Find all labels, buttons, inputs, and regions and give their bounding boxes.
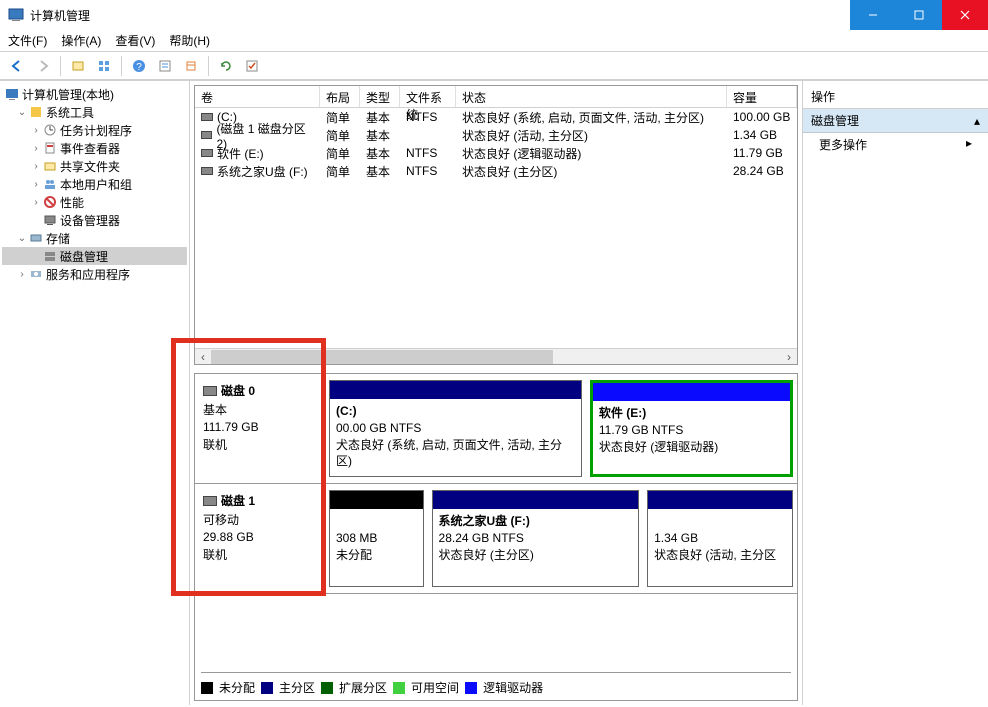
horizontal-scrollbar[interactable]: ‹ › — [195, 348, 797, 364]
scroll-left-icon[interactable]: ‹ — [195, 349, 211, 365]
disk-0-info[interactable]: 磁盘 0 基本 111.79 GB 联机 — [195, 374, 325, 483]
expand-icon[interactable]: › — [30, 143, 42, 154]
window-close-button[interactable] — [942, 0, 988, 30]
tree-systools[interactable]: ⌄系统工具 — [2, 103, 187, 121]
tree-devmgr[interactable]: 设备管理器 — [2, 211, 187, 229]
volume-list[interactable]: 卷 布局 类型 文件系统 状态 容量 (C:)简单基本NTFS状态良好 (系统,… — [194, 85, 798, 365]
col-volume[interactable]: 卷 — [195, 86, 320, 107]
main-content: 计算机管理(本地) ⌄系统工具 ›任务计划程序 ›事件查看器 ›共享文件夹 ›本… — [0, 80, 988, 705]
disk-graphic-pane[interactable]: 磁盘 0 基本 111.79 GB 联机 (C:) 00.00 GB NTFS … — [194, 373, 798, 701]
refresh-button[interactable] — [215, 55, 237, 77]
forward-button[interactable] — [32, 55, 54, 77]
partition-bar — [433, 491, 639, 509]
legend-swatch-logical — [465, 682, 477, 694]
partition-bar — [648, 491, 792, 509]
toolbar-separator — [121, 56, 122, 76]
volume-icon — [201, 167, 213, 175]
expand-icon[interactable]: › — [16, 269, 28, 280]
volume-row[interactable]: 系统之家U盘 (F:)简单基本NTFS状态良好 (主分区)28.24 GB — [195, 162, 797, 180]
col-capacity[interactable]: 容量 — [727, 86, 797, 107]
partition-bar — [330, 491, 423, 509]
tree-root[interactable]: 计算机管理(本地) — [2, 85, 187, 103]
tree-storage[interactable]: ⌄存储 — [2, 229, 187, 247]
partition-c[interactable]: (C:) 00.00 GB NTFS 犬态良好 (系统, 启动, 页面文件, 活… — [329, 380, 582, 477]
collapse-icon[interactable]: ⌄ — [16, 107, 28, 118]
partition-e[interactable]: 软件 (E:) 11.79 GB NTFS 状态良好 (逻辑驱动器) — [590, 380, 793, 477]
svg-text:?: ? — [136, 62, 142, 73]
col-layout[interactable]: 布局 — [320, 86, 360, 107]
partition-active[interactable]: 1.34 GB 状态良好 (活动, 主分区 — [647, 490, 793, 587]
help-button[interactable]: ? — [128, 55, 150, 77]
scroll-thumb[interactable] — [211, 350, 553, 364]
expand-icon[interactable]: › — [30, 197, 42, 208]
legend-swatch-extended — [321, 682, 333, 694]
window-titlebar: 计算机管理 — [0, 0, 988, 30]
tree-shared[interactable]: ›共享文件夹 — [2, 157, 187, 175]
tree-label: 计算机管理(本地) — [22, 86, 114, 103]
toolbar-separator — [60, 56, 61, 76]
expand-icon[interactable]: › — [30, 161, 42, 172]
volume-icon — [201, 149, 213, 157]
window-minimize-button[interactable] — [850, 0, 896, 30]
menu-file[interactable]: 文件(F) — [8, 32, 47, 49]
list-button[interactable] — [180, 55, 202, 77]
partition-f[interactable]: 系统之家U盘 (F:) 28.24 GB NTFS 状态良好 (主分区) — [432, 490, 640, 587]
actions-more[interactable]: 更多操作 ▸ — [803, 133, 988, 156]
tree-eventvwr[interactable]: ›事件查看器 — [2, 139, 187, 157]
menu-view[interactable]: 查看(V) — [115, 32, 155, 49]
disk-icon — [203, 496, 217, 506]
tree-services[interactable]: ›服务和应用程序 — [2, 265, 187, 283]
toolbar-separator — [208, 56, 209, 76]
disk-row-1[interactable]: 磁盘 1 可移动 29.88 GB 联机 308 MB 未分配 — [195, 484, 797, 594]
window-title: 计算机管理 — [30, 7, 850, 24]
check-button[interactable] — [241, 55, 263, 77]
up-button[interactable] — [67, 55, 89, 77]
disk-row-0[interactable]: 磁盘 0 基本 111.79 GB 联机 (C:) 00.00 GB NTFS … — [195, 374, 797, 484]
disk-icon — [203, 386, 217, 396]
menu-action[interactable]: 操作(A) — [61, 32, 101, 49]
volume-header-row: 卷 布局 类型 文件系统 状态 容量 — [195, 86, 797, 108]
disk-management-pane: 卷 布局 类型 文件系统 状态 容量 (C:)简单基本NTFS状态良好 (系统,… — [190, 81, 803, 705]
volume-icon — [201, 131, 212, 139]
actions-pane: 操作 磁盘管理 ▴ 更多操作 ▸ — [803, 81, 988, 705]
collapse-icon[interactable]: ⌄ — [16, 233, 28, 244]
tree-localusers[interactable]: ›本地用户和组 — [2, 175, 187, 193]
tree-tasksched[interactable]: ›任务计划程序 — [2, 121, 187, 139]
window-maximize-button[interactable] — [896, 0, 942, 30]
navigation-tree[interactable]: 计算机管理(本地) ⌄系统工具 ›任务计划程序 ›事件查看器 ›共享文件夹 ›本… — [0, 81, 190, 705]
scroll-right-icon[interactable]: › — [781, 349, 797, 365]
toolbar: ? — [0, 52, 988, 80]
tree-diskmgmt[interactable]: 磁盘管理 — [2, 247, 187, 265]
menu-help[interactable]: 帮助(H) — [169, 32, 210, 49]
col-type[interactable]: 类型 — [360, 86, 400, 107]
views-button[interactable] — [93, 55, 115, 77]
disk-1-info[interactable]: 磁盘 1 可移动 29.88 GB 联机 — [195, 484, 325, 593]
expand-icon[interactable]: › — [30, 125, 42, 136]
disk-legend: 未分配 主分区 扩展分区 可用空间 逻辑驱动器 — [201, 672, 791, 696]
legend-swatch-unalloc — [201, 682, 213, 694]
actions-header: 操作 — [803, 85, 988, 109]
col-fs[interactable]: 文件系统 — [400, 86, 456, 107]
legend-swatch-free — [393, 682, 405, 694]
partition-bar — [593, 383, 790, 401]
col-status[interactable]: 状态 — [456, 86, 727, 107]
legend-swatch-primary — [261, 682, 273, 694]
menubar: 文件(F) 操作(A) 查看(V) 帮助(H) — [0, 30, 988, 52]
props-button[interactable] — [154, 55, 176, 77]
volume-row[interactable]: (磁盘 1 磁盘分区 2)简单基本状态良好 (活动, 主分区)1.34 GB — [195, 126, 797, 144]
volume-row[interactable]: 软件 (E:)简单基本NTFS状态良好 (逻辑驱动器)11.79 GB — [195, 144, 797, 162]
partition-unalloc[interactable]: 308 MB 未分配 — [329, 490, 424, 587]
tree-perf[interactable]: ›性能 — [2, 193, 187, 211]
app-icon — [8, 7, 24, 23]
expand-icon[interactable]: › — [30, 179, 42, 190]
partition-bar — [330, 381, 581, 399]
scroll-track[interactable] — [211, 349, 781, 365]
collapse-icon[interactable]: ▴ — [974, 114, 980, 128]
actions-target[interactable]: 磁盘管理 ▴ — [803, 109, 988, 133]
submenu-arrow-icon: ▸ — [966, 136, 972, 153]
back-button[interactable] — [6, 55, 28, 77]
